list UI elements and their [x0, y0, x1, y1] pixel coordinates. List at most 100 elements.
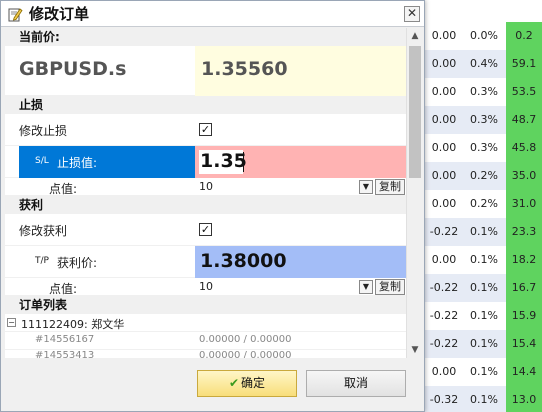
background-grid-row: 0.00 0.4% 59.1 — [424, 50, 542, 78]
background-data-grid: 0.00 0.0% 0.2 0.00 0.4% 59.1 0.00 0.3% 53.5 0.00 0… — [424, 22, 542, 412]
order-id: #14556167 — [35, 334, 95, 345]
modify-take-profit-checkbox[interactable]: ✓ — [199, 223, 212, 236]
take-profit-value: 1.38000 — [200, 250, 287, 272]
symbol-label: GBPUSD.s — [19, 58, 127, 80]
collapse-icon[interactable]: − — [7, 318, 16, 327]
current-price-row: GBPUSD.s 1.35560 — [5, 46, 406, 96]
order-sl-tp: 0.00000 / 0.00000 — [199, 334, 292, 345]
current-price-value: 1.35560 — [201, 58, 288, 80]
background-grid-row: 0.00 0.2% 35.0 — [424, 162, 542, 190]
stop-loss-label-highlight: S/L 止损值: — [19, 146, 195, 178]
background-grid-cell: 0.1% — [470, 365, 498, 378]
background-grid-cell: 16.7 — [506, 274, 542, 302]
background-grid-cell: 0.1% — [470, 309, 498, 322]
take-profit-points-label: 点值: — [49, 282, 78, 296]
background-grid-row: 0.00 0.3% 48.7 — [424, 106, 542, 134]
edit-icon — [8, 8, 23, 22]
stop-loss-value: 1.35 — [200, 150, 247, 172]
background-grid-cell: 48.7 — [506, 106, 542, 134]
background-grid-row: -0.22 0.1% 15.9 — [424, 302, 542, 330]
background-grid-cell: 0.2% — [470, 197, 498, 210]
take-profit-points-dropdown-icon[interactable]: ▼ — [359, 280, 373, 294]
modify-take-profit-label: 修改获利 — [19, 224, 68, 238]
take-profit-value-row: T/P 获利价: 1.38000 — [5, 246, 406, 278]
background-grid-cell: 0.3% — [470, 85, 498, 98]
background-grid-cell: 0.00 — [431, 85, 457, 98]
order-group-label: 111122409: 郑文华 — [21, 318, 125, 331]
background-grid-cell: 0.00 — [431, 169, 457, 182]
modify-stop-loss-checkbox[interactable]: ✓ — [199, 123, 212, 136]
take-profit-value-label: 获利价: — [57, 256, 98, 270]
take-profit-copy-button[interactable]: 复制 — [375, 279, 405, 295]
background-grid-row: -0.32 0.1% 13.0 — [424, 386, 542, 412]
background-grid-cell: 13.0 — [506, 386, 542, 412]
order-row[interactable]: #14556167 0.00000 / 0.00000 — [5, 332, 406, 350]
take-profit-points-row: 点值: 10 ▼ 复制 — [5, 278, 406, 296]
scrollbar-thumb[interactable] — [409, 46, 421, 178]
background-grid-row: 0.00 0.3% 45.8 — [424, 134, 542, 162]
stop-loss-tag: S/L — [35, 156, 49, 166]
background-grid-cell: 0.1% — [470, 393, 498, 406]
background-grid-cell: 15.9 — [506, 302, 542, 330]
background-grid-cell: 0.3% — [470, 113, 498, 126]
background-grid-row: -0.22 0.1% 15.4 — [424, 330, 542, 358]
background-grid-cell: 0.2 — [506, 22, 542, 50]
take-profit-value-input[interactable]: 1.38000 — [195, 246, 406, 278]
background-grid-cell: 0.00 — [431, 113, 457, 126]
scroll-down-icon[interactable]: ▼ — [407, 342, 423, 358]
stop-loss-points-dropdown-icon[interactable]: ▼ — [359, 180, 373, 194]
stop-loss-value-row: S/L 止损值: 1.35 — [5, 146, 406, 178]
ok-button-label: 确定 — [241, 376, 266, 390]
stop-loss-copy-button[interactable]: 复制 — [375, 179, 405, 195]
background-grid-cell: 0.1% — [470, 225, 498, 238]
scroll-up-icon[interactable]: ▲ — [407, 28, 423, 44]
order-row[interactable]: #14553413 0.00000 / 0.00000 — [5, 350, 406, 358]
background-grid-cell: 0.0% — [470, 29, 498, 42]
modify-stop-loss-row: 修改止损 ✓ — [5, 114, 406, 146]
background-grid-cell: 0.2% — [470, 169, 498, 182]
background-grid-cell: 0.4% — [470, 57, 498, 70]
current-price-header: 当前价: — [5, 28, 406, 46]
current-price-box: 1.35560 — [195, 46, 406, 96]
background-grid-cell: 15.4 — [506, 330, 542, 358]
background-grid-cell: 0.00 — [431, 29, 457, 42]
ok-button[interactable]: ✔ 确定 — [197, 370, 297, 397]
background-grid-cell: 0.00 — [431, 365, 457, 378]
order-id: #14553413 — [35, 350, 95, 358]
text-caret — [243, 152, 244, 172]
background-grid-cell: 0.1% — [470, 281, 498, 294]
background-grid-cell: 0.1% — [470, 253, 498, 266]
modify-take-profit-cell: ✓ — [195, 214, 406, 246]
background-grid-row: -0.22 0.1% 16.7 — [424, 274, 542, 302]
cancel-button[interactable]: 取消 — [306, 370, 406, 397]
background-grid-cell: 0.1% — [470, 337, 498, 350]
background-grid-cell: -0.22 — [429, 225, 459, 238]
stop-loss-header: 止损 — [5, 96, 406, 114]
stop-loss-points-row: 点值: 10 ▼ 复制 — [5, 178, 406, 196]
close-button[interactable]: ✕ — [404, 6, 420, 22]
vertical-scrollbar[interactable]: ▲ ▼ — [406, 28, 422, 358]
background-grid-cell: -0.22 — [429, 281, 459, 294]
dialog-title: 修改订单 — [29, 5, 90, 23]
background-grid-cell: 0.00 — [431, 253, 457, 266]
stop-loss-points-label: 点值: — [49, 182, 78, 196]
background-grid-cell: 53.5 — [506, 78, 542, 106]
stop-loss-value-input[interactable]: 1.35 — [195, 146, 406, 178]
background-grid-cell: -0.32 — [429, 393, 459, 406]
background-grid-cell: 59.1 — [506, 50, 542, 78]
background-grid-row: 0.00 0.2% 31.0 — [424, 190, 542, 218]
modify-stop-loss-cell: ✓ — [195, 114, 406, 146]
modify-order-dialog: 修改订单 ✕ 当前价: GBPUSD.s 1.35560 止损 修改止损 ✓ S… — [0, 0, 425, 412]
order-group-row[interactable]: − 111122409: 郑文华 — [5, 314, 406, 332]
background-grid-cell: -0.22 — [429, 337, 459, 350]
modify-stop-loss-label: 修改止损 — [19, 124, 68, 138]
background-grid-cell: 31.0 — [506, 190, 542, 218]
take-profit-header: 获利 — [5, 196, 406, 214]
modify-take-profit-row: 修改获利 ✓ — [5, 214, 406, 246]
take-profit-tag: T/P — [35, 256, 49, 266]
stop-loss-value-label: 止损值: — [57, 156, 98, 170]
take-profit-points-field[interactable]: 10 ▼ 复制 — [195, 278, 406, 296]
take-profit-points-value: 10 — [199, 280, 213, 293]
background-grid-cell: -0.22 — [429, 309, 459, 322]
stop-loss-points-field[interactable]: 10 ▼ 复制 — [195, 178, 406, 196]
